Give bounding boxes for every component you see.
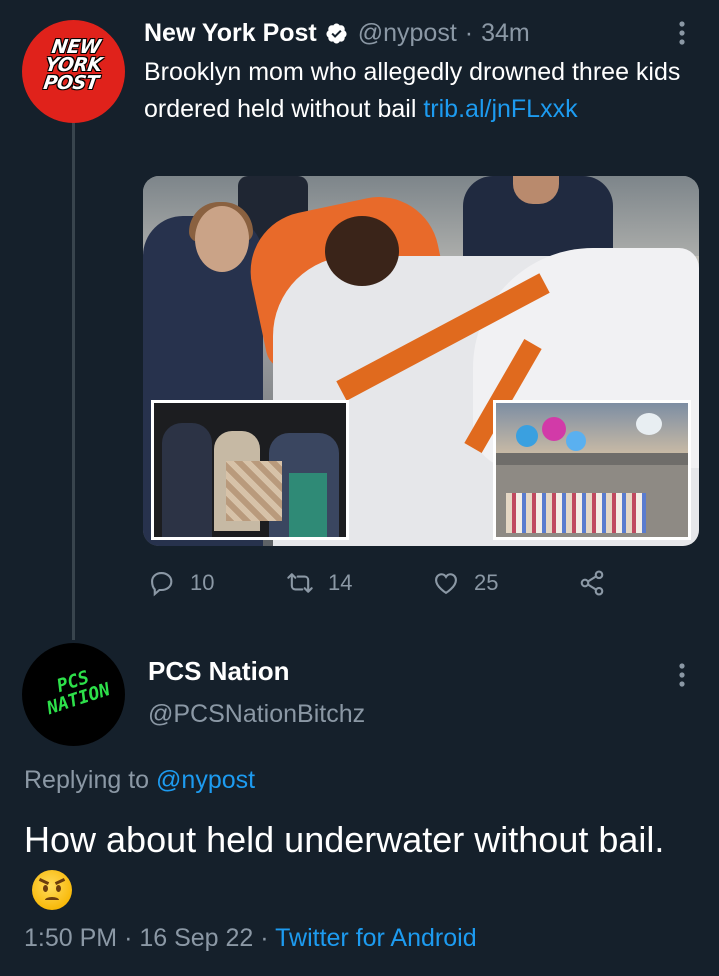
retweet-count: 14 [328,570,353,595]
meta-dot: · [124,924,133,952]
separator-dot: · [464,18,474,47]
pixelated-area [226,461,282,521]
share-icon [580,570,604,596]
angry-face-icon [32,870,72,910]
reply-source[interactable]: Twitter for Android [275,924,476,952]
share-button[interactable] [578,566,606,600]
balloon [516,425,538,447]
retweet-button[interactable]: 14 [286,566,352,600]
reply-text: How about held underwater without bail. [24,814,704,918]
inset-photo-rescue [151,400,349,540]
tweet-time[interactable]: 34m [481,19,530,48]
more-options-icon[interactable] [672,18,692,52]
reply-author-handle[interactable]: @PCSNationBitchz [148,700,365,729]
replying-to-handle[interactable]: @nypost [156,766,255,794]
officer-face [195,206,249,272]
reply-count: 10 [190,570,215,595]
reply-time[interactable]: 1:50 PM [24,924,117,952]
reply-more-options-icon[interactable] [672,660,692,694]
meta-dot: · [260,924,269,952]
reply-body: How about held underwater without bail. [24,819,665,860]
author-name[interactable]: New York Post [144,19,317,48]
balloon [542,417,566,441]
reply-button[interactable]: 10 [148,566,214,600]
avatar-pcs-nation[interactable]: PCS NATION [22,643,125,746]
tweet-header: New York Post @nypost · 34m [144,16,530,50]
tweet-link[interactable]: trib.al/jnFLxxk [423,95,577,123]
reply-author-name[interactable]: PCS Nation [148,656,290,687]
reply-date[interactable]: 16 Sep 22 [139,924,253,952]
like-button[interactable]: 25 [432,566,498,600]
pcs-nation-logo: PCS NATION [44,666,113,720]
heart-icon [435,573,457,595]
tweet-body: Brooklyn mom who allegedly drowned three… [144,58,681,123]
author-handle[interactable]: @nypost [358,19,457,48]
avatar-nypost[interactable]: NEW YORK POST [22,20,125,123]
verified-badge-icon [326,22,347,44]
towel [289,473,327,537]
replying-to: Replying to @nypost [24,766,255,795]
figure [162,423,212,537]
reply-icon [151,572,173,597]
patient-face [325,216,399,286]
tweet-media-image[interactable] [143,176,699,546]
balloon [636,413,662,435]
inset-photo-memorial [493,400,691,540]
like-count: 25 [474,570,499,595]
replying-prefix: Replying to [24,766,157,794]
balloon [566,431,586,451]
nypost-logo: NEW YORK POST [42,36,104,94]
tweet-text: Brooklyn mom who allegedly drowned three… [144,54,704,128]
memorial-candles [506,493,646,533]
reply-meta: 1:50 PM · 16 Sep 22 · Twitter for Androi… [24,924,477,953]
thread-connector [72,122,75,640]
retweet-icon [287,573,313,593]
